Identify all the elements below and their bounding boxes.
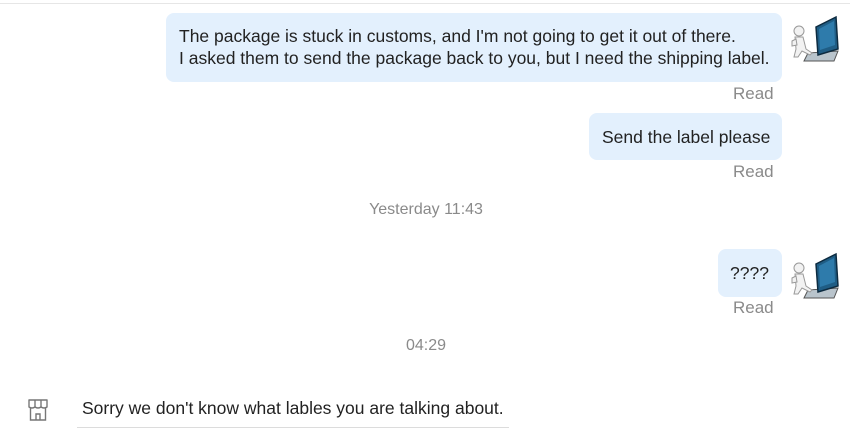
outgoing-message-bubble: The package is stuck in customs, and I'm… xyxy=(166,13,782,82)
user-avatar-icon xyxy=(791,15,839,62)
message-text: ???? xyxy=(730,263,769,283)
store-icon xyxy=(28,399,48,421)
incoming-message: Sorry we don't know what lables you are … xyxy=(77,388,509,428)
outgoing-message-bubble: Send the label please xyxy=(589,113,782,160)
chat-conversation: The package is stuck in customs, and I'm… xyxy=(0,0,850,431)
timestamp-divider: 04:29 xyxy=(405,337,447,354)
read-status: Read xyxy=(733,84,774,103)
message-text-line: The package is stuck in customs, and I'm… xyxy=(179,26,736,46)
outgoing-message-bubble: ???? xyxy=(718,249,782,297)
read-status: Read xyxy=(733,162,774,181)
timestamp-divider: Yesterday 11:43 xyxy=(369,201,483,218)
message-text: Sorry we don't know what lables you are … xyxy=(82,398,504,418)
read-status: Read xyxy=(733,298,774,317)
message-text-line: I asked them to send the package back to… xyxy=(179,48,770,68)
top-divider xyxy=(0,3,850,4)
user-avatar-icon xyxy=(791,252,839,299)
message-text: Send the label please xyxy=(602,127,771,147)
